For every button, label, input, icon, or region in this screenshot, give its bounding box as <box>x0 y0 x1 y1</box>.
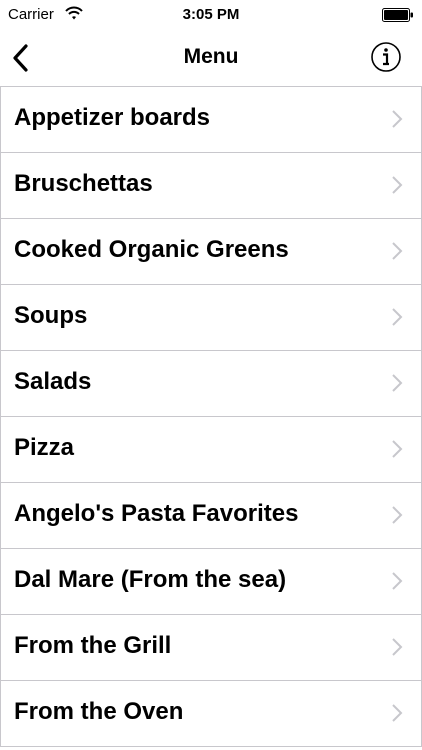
chevron-right-icon <box>392 704 403 722</box>
menu-item-salads[interactable]: Salads <box>1 351 421 417</box>
menu-item-angelos-pasta-favorites[interactable]: Angelo's Pasta Favorites <box>1 483 421 549</box>
info-icon[interactable] <box>370 41 402 73</box>
menu-item-appetizer-boards[interactable]: Appetizer boards <box>1 87 421 153</box>
page-title: Menu <box>183 45 239 68</box>
menu-item-label: Pizza <box>14 434 75 461</box>
menu-item-label: Dal Mare (From the sea) <box>14 566 287 593</box>
menu-item-label: From the Grill <box>14 632 172 659</box>
menu-item-dal-mare[interactable]: Dal Mare (From the sea) <box>1 549 421 615</box>
navigation-bar: Menu <box>0 30 422 87</box>
menu-item-label: Cooked Organic Greens <box>14 236 289 263</box>
menu-item-label: Angelo's Pasta Favorites <box>14 500 299 527</box>
menu-item-label: Salads <box>14 368 92 395</box>
menu-item-label: From the Oven <box>14 698 184 725</box>
chevron-right-icon <box>392 374 403 392</box>
chevron-right-icon <box>392 506 403 524</box>
status-time: 3:05 PM <box>182 6 240 23</box>
menu-item-soups[interactable]: Soups <box>1 285 421 351</box>
menu-item-label: Appetizer boards <box>14 104 211 131</box>
menu-item-label: Bruschettas <box>14 170 153 197</box>
menu-item-bruschettas[interactable]: Bruschettas <box>1 153 421 219</box>
menu-item-pizza[interactable]: Pizza <box>1 417 421 483</box>
menu-item-label: Soups <box>14 302 88 329</box>
menu-item-cooked-organic-greens[interactable]: Cooked Organic Greens <box>1 219 421 285</box>
menu-list: Appetizer boards Bruschettas Cooked Orga… <box>0 87 422 747</box>
chevron-right-icon <box>392 440 403 458</box>
menu-item-from-the-grill[interactable]: From the Grill <box>1 615 421 681</box>
chevron-right-icon <box>392 242 403 260</box>
chevron-right-icon <box>392 638 403 656</box>
chevron-right-icon <box>392 572 403 590</box>
battery-icon <box>382 8 413 22</box>
status-bar: Carrier 3:05 PM <box>0 0 422 30</box>
chevron-right-icon <box>392 176 403 194</box>
menu-item-from-the-oven[interactable]: From the Oven <box>1 681 421 747</box>
chevron-right-icon <box>392 308 403 326</box>
chevron-right-icon <box>392 110 403 128</box>
